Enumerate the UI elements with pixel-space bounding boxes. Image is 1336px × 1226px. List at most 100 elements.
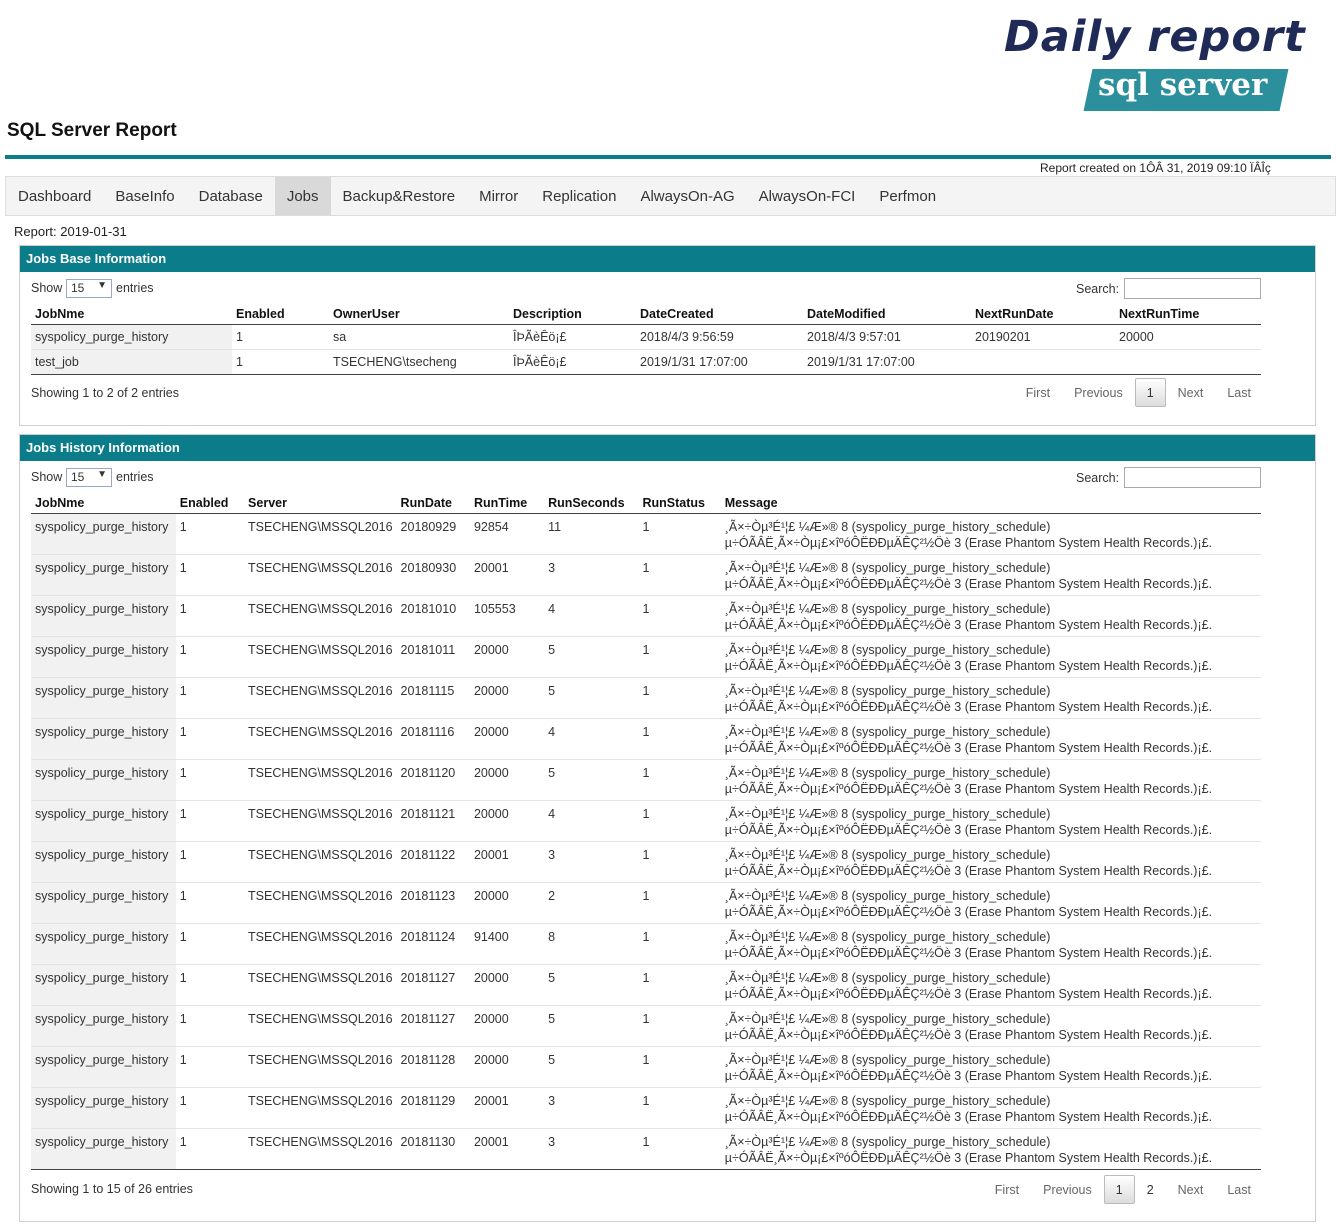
cell-rundate: 20181127 (396, 963, 470, 1005)
page-1-button[interactable]: 1 (1103, 1175, 1135, 1204)
cell-rundate: 20181122 (396, 840, 470, 882)
cell-runseconds: 5 (544, 635, 639, 677)
nav-tab-alwayson-fci[interactable]: AlwaysOn-FCI (747, 177, 868, 215)
cell-nextruntime (1115, 348, 1261, 375)
table-row: syspolicy_purge_history 1 TSECHENG\MSSQL20… (31, 1086, 1261, 1128)
cell-runseconds: 4 (544, 594, 639, 636)
cell-jobnme: test_job (31, 348, 232, 375)
last-page-button[interactable]: Last (1215, 378, 1263, 407)
cell-enabled: 1 (175, 512, 245, 554)
page-1-button[interactable]: 1 (1134, 378, 1166, 407)
cell-runstatus: 1 (638, 1004, 721, 1046)
message-line: ¸Ã×÷Òµ³É¹¦£ ¼Æ»® 8 (syspolicy_purge_hist… (724, 1134, 1051, 1149)
cell-description: ÎÞÃèÊö¡£ (509, 323, 636, 349)
previous-page-button[interactable]: Previous (1062, 378, 1135, 407)
column-header-enabled[interactable]: Enabled (175, 491, 245, 514)
table-row: syspolicy_purge_history 1 TSECHENG\MSSQL20… (31, 1045, 1261, 1087)
column-header-rundate[interactable]: RunDate (396, 491, 470, 514)
cell-server: TSECHENG\MSSQL2016 (244, 1127, 397, 1170)
page-size-value: 15 (71, 470, 85, 484)
table-info: Showing 1 to 2 of 2 entries (31, 386, 180, 400)
nav-tab-backup-restore[interactable]: Backup&Restore (331, 177, 468, 215)
cell-enabled: 1 (175, 758, 245, 800)
nav-tab-replication[interactable]: Replication (530, 177, 628, 215)
cell-runtime: 20000 (469, 881, 545, 923)
cell-runtime: 20001 (469, 840, 545, 882)
column-header-datemodified[interactable]: DateModified (803, 302, 971, 325)
column-header-server[interactable]: Server (244, 491, 397, 514)
cell-jobnme: syspolicy_purge_history (31, 1004, 176, 1046)
jobs-history-table: JobNme Enabled Server RunDate RunTime RunSeco… (31, 491, 1261, 1170)
search-input[interactable] (1124, 467, 1261, 488)
column-header-runseconds[interactable]: RunSeconds (544, 491, 639, 514)
daily-report-logo: Daily report sql server (1000, 12, 1305, 117)
column-header-jobnme[interactable]: JobNme (31, 491, 176, 514)
cell-runtime: 91400 (469, 922, 545, 964)
cell-runstatus: 1 (638, 758, 721, 800)
cell-runtime: 20000 (469, 1004, 545, 1046)
message-line: ¸Ã×÷Òµ³É¹¦£ ¼Æ»® 8 (syspolicy_purge_hist… (724, 1011, 1051, 1026)
cell-runtime: 20001 (469, 1086, 545, 1128)
column-header-message[interactable]: Message (720, 491, 1261, 514)
column-header-owneruser[interactable]: OwnerUser (329, 302, 509, 325)
cell-server: TSECHENG\MSSQL2016 (244, 881, 397, 923)
cell-jobnme: syspolicy_purge_history (31, 758, 176, 800)
table-row: syspolicy_purge_history 1 TSECHENG\MSSQL20… (31, 963, 1261, 1005)
column-header-runtime[interactable]: RunTime (469, 491, 545, 514)
jobs-base-table: JobNme Enabled OwnerUser Description DateCre… (31, 302, 1261, 375)
entries-label: entries (116, 281, 154, 295)
nav-tab-dashboard[interactable]: Dashboard (6, 177, 103, 215)
cell-runseconds: 5 (544, 1045, 639, 1087)
column-header-jobnme[interactable]: JobNme (31, 302, 232, 325)
cell-rundate: 20181120 (396, 758, 470, 800)
cell-rundate: 20181129 (396, 1086, 470, 1128)
cell-runseconds: 4 (544, 717, 639, 759)
cell-runseconds: 3 (544, 553, 639, 595)
cell-server: TSECHENG\MSSQL2016 (244, 1004, 397, 1046)
cell-jobnme: syspolicy_purge_history (31, 1086, 176, 1128)
column-header-nextruntime[interactable]: NextRunTime (1115, 302, 1261, 325)
column-header-description[interactable]: Description (509, 302, 636, 325)
search-label: Search: (1076, 471, 1120, 485)
nav-tab-mirror[interactable]: Mirror (467, 177, 530, 215)
first-page-button[interactable]: First (1014, 378, 1062, 407)
table-info: Showing 1 to 15 of 26 entries (31, 1182, 193, 1196)
nav-tab-database[interactable]: Database (187, 177, 275, 215)
next-page-button[interactable]: Next (1166, 378, 1216, 407)
next-page-button[interactable]: Next (1166, 1175, 1216, 1204)
column-header-enabled[interactable]: Enabled (232, 302, 329, 325)
column-header-nextrundate[interactable]: NextRunDate (971, 302, 1115, 325)
cell-rundate: 20181121 (396, 799, 470, 841)
nav-tab-alwayson-ag[interactable]: AlwaysOn-AG (628, 177, 746, 215)
cell-rundate: 20181010 (396, 594, 470, 636)
jobs-base-panel: Jobs Base Information Show 15 ▼ entries … (19, 245, 1316, 426)
message-line: ¸Ã×÷Òµ³É¹¦£ ¼Æ»® 8 (syspolicy_purge_hist… (724, 847, 1051, 862)
cell-runtime: 20000 (469, 676, 545, 718)
nav-tab-perfmon[interactable]: Perfmon (867, 177, 948, 215)
nav-tab-jobs[interactable]: Jobs (274, 177, 331, 215)
cell-runstatus: 1 (638, 512, 721, 554)
cell-runseconds: 4 (544, 799, 639, 841)
page-2-button[interactable]: 2 (1135, 1175, 1166, 1204)
page-size-select[interactable]: 15 ▼ (66, 468, 112, 487)
last-page-button[interactable]: Last (1215, 1175, 1263, 1204)
first-page-button[interactable]: First (983, 1175, 1031, 1204)
cell-message: ¸Ã×÷Òµ³É¹¦£ ¼Æ»® 8 (syspolicy_purge_hist… (720, 635, 1261, 677)
table-row: syspolicy_purge_history 1 TSECHENG\MSSQL20… (31, 717, 1261, 759)
cell-jobnme: syspolicy_purge_history (31, 922, 176, 964)
column-header-runstatus[interactable]: RunStatus (638, 491, 721, 514)
cell-rundate: 20180929 (396, 512, 470, 554)
nav-tab-baseinfo[interactable]: BaseInfo (103, 177, 186, 215)
cell-jobnme: syspolicy_purge_history (31, 635, 176, 677)
cell-jobnme: syspolicy_purge_history (31, 799, 176, 841)
previous-page-button[interactable]: Previous (1031, 1175, 1104, 1204)
jobs-base-title: Jobs Base Information (20, 246, 1315, 272)
cell-jobnme: syspolicy_purge_history (31, 717, 176, 759)
page-size-select[interactable]: 15 ▼ (66, 279, 112, 298)
cell-jobnme: syspolicy_purge_history (31, 676, 176, 718)
column-header-datecreated[interactable]: DateCreated (636, 302, 803, 325)
search-input[interactable] (1124, 278, 1261, 299)
cell-enabled: 1 (175, 881, 245, 923)
table-row: syspolicy_purge_history 1 TSECHENG\MSSQL20… (31, 553, 1261, 595)
logo-subtitle: sql server (1098, 67, 1268, 103)
